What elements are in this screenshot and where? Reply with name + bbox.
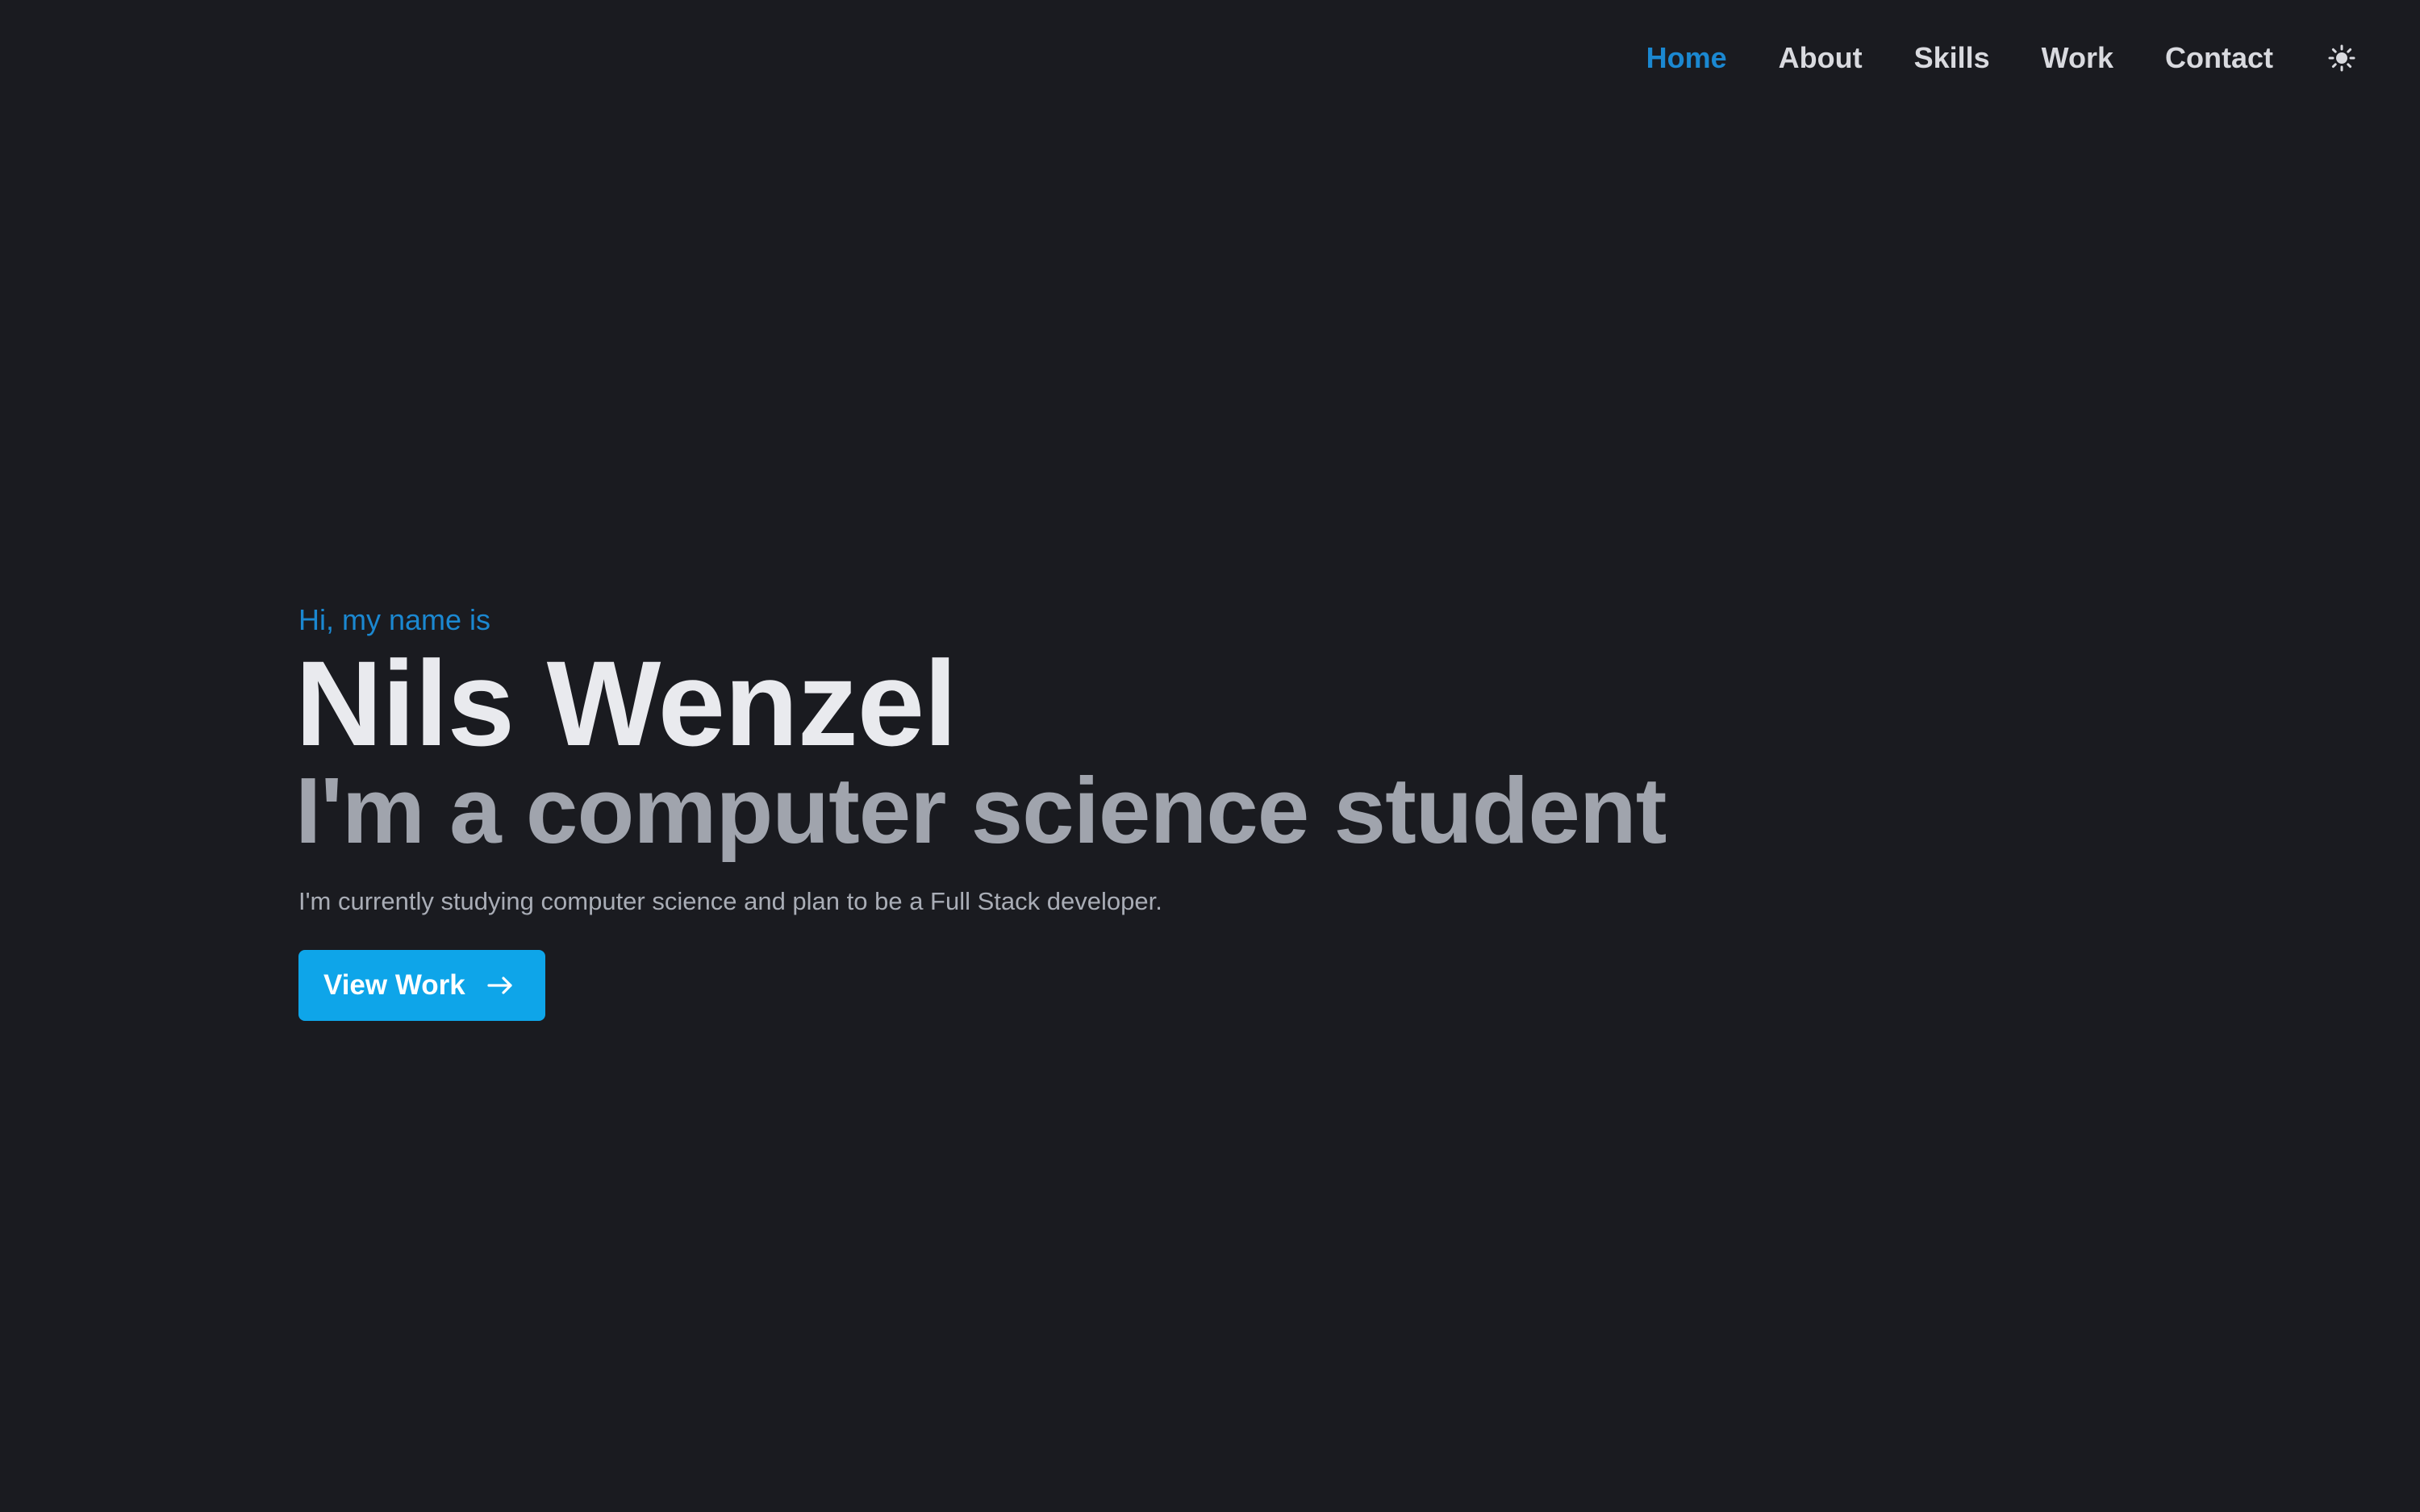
view-work-label: View Work xyxy=(323,969,465,1001)
nav-item-work[interactable]: Work xyxy=(2042,35,2113,81)
nav-item-home[interactable]: Home xyxy=(1646,35,1727,81)
nav-item-about[interactable]: About xyxy=(1779,35,1863,81)
hero-headline: I'm a computer science student xyxy=(295,758,1667,863)
arrow-right-icon xyxy=(486,972,514,999)
view-work-button[interactable]: View Work xyxy=(298,950,545,1021)
nav-item-contact[interactable]: Contact xyxy=(2165,35,2273,81)
hero-description: I'm currently studying computer science … xyxy=(298,887,1162,915)
hero-section: Hi, my name is Nils Wenzel I'm a compute… xyxy=(295,597,2154,1021)
theme-toggle-button[interactable] xyxy=(2323,40,2360,77)
page: Home About Skills Work Contact Hi, my na… xyxy=(0,0,2420,1512)
sun-icon xyxy=(2328,44,2355,72)
nav-item-skills[interactable]: Skills xyxy=(1914,35,1990,81)
hero-name: Nils Wenzel xyxy=(295,635,958,771)
top-navigation: Home About Skills Work Contact xyxy=(1646,35,2360,81)
